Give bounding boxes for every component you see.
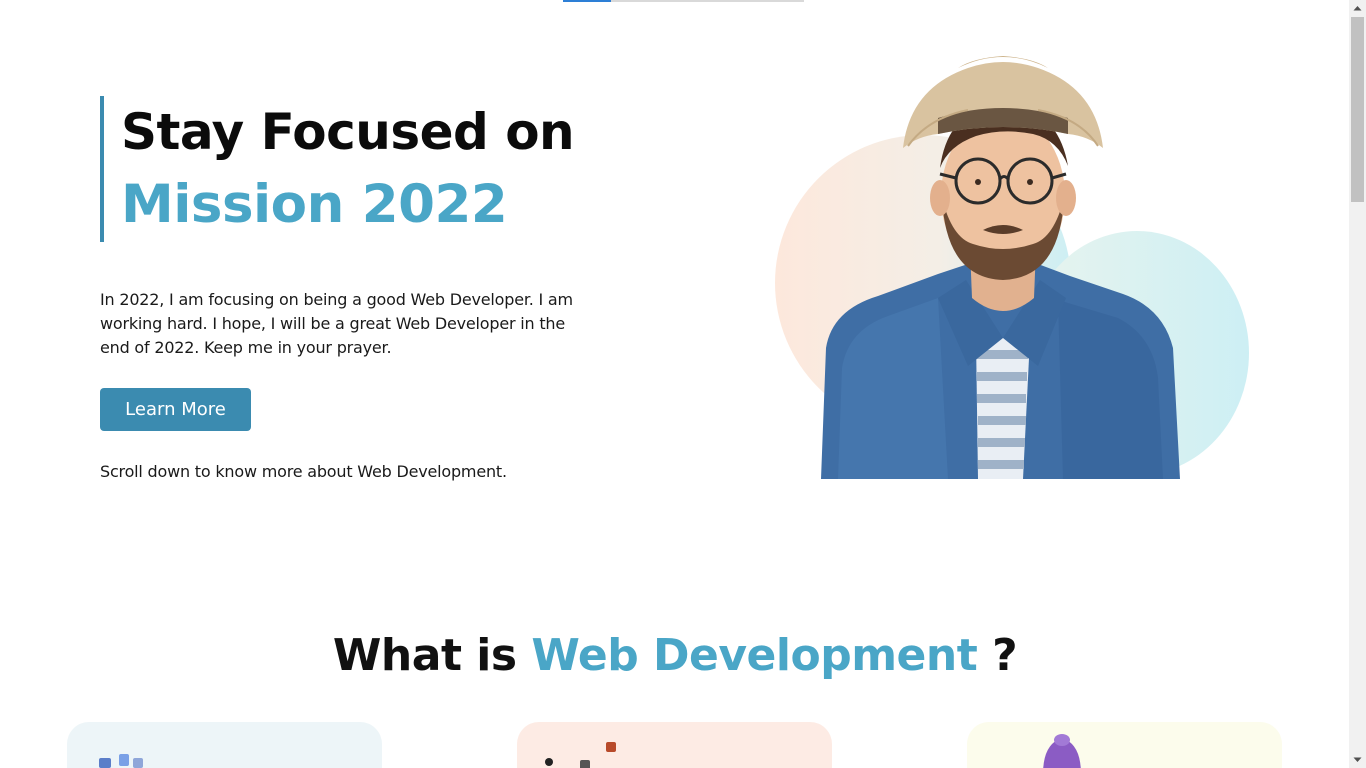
section-title-accent: Web Development [531, 630, 978, 681]
section-title-suffix: ? [977, 630, 1018, 681]
top-progress-active [563, 0, 611, 2]
card-1-illustration-icon [99, 754, 143, 768]
info-card-1[interactable] [67, 722, 382, 768]
hero-illustration [760, 40, 1270, 480]
info-card-3[interactable] [967, 722, 1282, 768]
learn-more-button[interactable]: Learn More [100, 388, 251, 431]
info-card-2[interactable] [517, 722, 832, 768]
section-title-prefix: What is [332, 630, 532, 681]
hero-text-section: Stay Focused on Mission 2022 In 2022, I … [100, 96, 590, 483]
hero-title-line1: Stay Focused on [121, 103, 575, 161]
hero-title: Stay Focused on Mission 2022 [100, 96, 590, 242]
section-title: What is Web Development ? [0, 627, 1350, 685]
card-3-illustration-icon [1043, 734, 1081, 768]
scroll-up-arrow-icon[interactable] [1349, 0, 1366, 17]
scroll-down-arrow-icon[interactable] [1349, 751, 1366, 768]
card-2-illustration-icon [545, 742, 616, 768]
person-photo [821, 56, 1180, 479]
scroll-note: Scroll down to know more about Web Devel… [100, 462, 507, 481]
hero-title-line2: Mission 2022 [121, 174, 508, 235]
vertical-scrollbar[interactable] [1349, 0, 1366, 768]
top-progress-indicator [563, 0, 804, 2]
hero-paragraph: In 2022, I am focusing on being a good W… [100, 290, 573, 357]
scrollbar-thumb[interactable] [1351, 17, 1364, 202]
